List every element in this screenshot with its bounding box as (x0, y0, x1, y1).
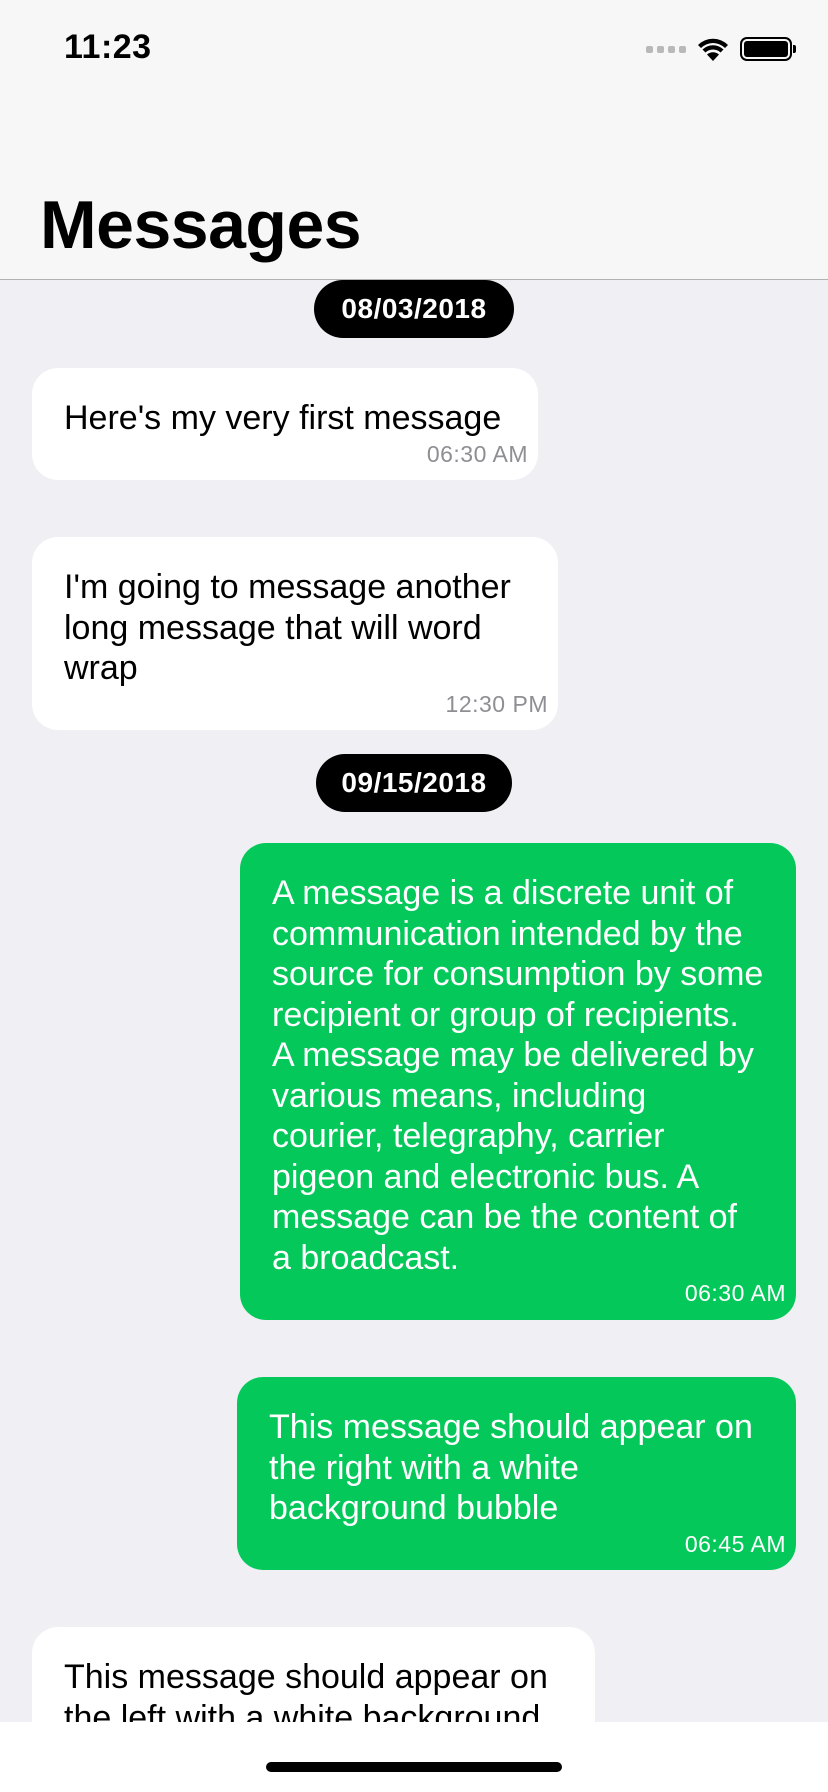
message-text: This message should appear on the right … (269, 1408, 753, 1527)
message-time: 12:30 PM (445, 690, 548, 717)
message-text: A message is a discrete unit of communic… (272, 874, 764, 1277)
navigation-header: 11:23 Messages (0, 0, 828, 280)
message-list[interactable]: 08/03/2018 Here's my very first message … (0, 280, 828, 1722)
cellular-signal-icon (646, 45, 686, 53)
home-indicator[interactable] (266, 1762, 562, 1772)
wifi-icon (698, 38, 728, 61)
message-bubble[interactable]: I'm going to message another long messag… (32, 537, 558, 730)
status-icons (646, 36, 796, 62)
message-text: Here's my very first message (64, 399, 502, 437)
message-bubble[interactable]: Here's my very first message 06:30 AM (32, 368, 538, 480)
message-time: 06:45 AM (684, 1530, 786, 1557)
message-text: I'm going to message another long messag… (64, 568, 511, 687)
status-time: 11:23 (64, 28, 152, 66)
battery-icon (740, 37, 796, 61)
message-bubble[interactable]: A message is a discrete unit of communic… (240, 843, 796, 1320)
date-separator-label: 09/15/2018 (341, 767, 487, 798)
message-text: This message should appear on the left w… (64, 1658, 548, 1722)
page-title: Messages (40, 187, 362, 263)
message-time: 06:30 AM (684, 1280, 786, 1306)
date-separator: 09/15/2018 (316, 754, 512, 812)
message-bubble[interactable]: This message should appear on the left w… (32, 1627, 595, 1722)
message-time: 06:30 AM (426, 440, 528, 467)
date-separator-label: 08/03/2018 (341, 293, 487, 324)
message-bubble[interactable]: This message should appear on the right … (237, 1377, 796, 1570)
bottom-bar (0, 1722, 828, 1792)
date-separator: 08/03/2018 (314, 280, 514, 338)
